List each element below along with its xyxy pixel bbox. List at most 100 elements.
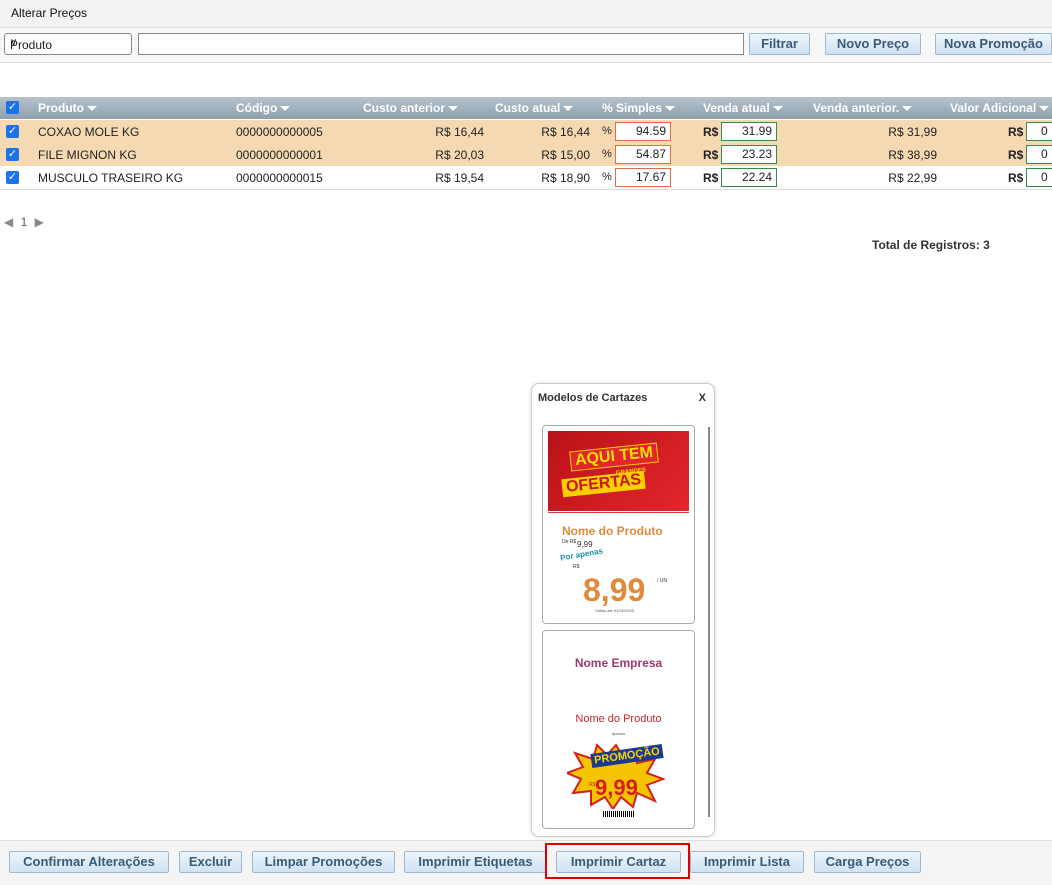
- valor-adicional-input[interactable]: 0: [1026, 145, 1052, 164]
- window-titlebar: Alterar Preços: [0, 0, 1052, 28]
- valor-adicional-input[interactable]: 0: [1026, 122, 1052, 141]
- cell-produto: MUSCULO TRASEIRO KG: [38, 171, 184, 185]
- banner-line3: OFERTAS: [561, 470, 646, 498]
- filter-button[interactable]: Filtrar: [749, 33, 810, 55]
- pct-symbol: %: [602, 125, 612, 137]
- cell-custo-anterior: R$ 19,54: [435, 171, 484, 185]
- cell-codigo: 0000000000005: [236, 125, 323, 139]
- load-prices-button[interactable]: Carga Preços: [814, 851, 921, 873]
- table-row[interactable]: ✓ FILE MIGNON KG 0000000000001 R$ 20,03 …: [0, 143, 1052, 166]
- divider: [548, 512, 689, 513]
- poster-price: 8,99: [583, 572, 646, 608]
- cell-produto: COXAO MOLE KG: [38, 125, 140, 139]
- new-promo-button[interactable]: Nova Promoção: [935, 33, 1052, 55]
- select-all-checkbox[interactable]: ✓: [6, 101, 19, 114]
- venda-atual-input[interactable]: 22.24: [721, 168, 777, 187]
- barcode-icon: [603, 811, 635, 817]
- col-header-valor-adicional[interactable]: Valor Adicional: [950, 101, 1050, 115]
- clear-promotions-button[interactable]: Limpar Promoções: [252, 851, 395, 873]
- poster-company-name: Nome Empresa: [574, 656, 663, 670]
- currency-label: R$: [1008, 171, 1024, 185]
- search-input[interactable]: [138, 33, 744, 55]
- currency-label: R$: [703, 125, 719, 139]
- poster-banner: AQUI TEM GRANDES OFERTAS: [548, 431, 689, 511]
- currency-label: R$: [703, 148, 719, 162]
- small-text: Apenas: [611, 731, 626, 736]
- col-header-produto[interactable]: Produto: [38, 101, 97, 115]
- col-header-venda-atual[interactable]: Venda atual: [703, 101, 783, 115]
- delete-button[interactable]: Excluir: [179, 851, 242, 873]
- sort-arrow-icon: [87, 106, 97, 112]
- poster-template-1[interactable]: AQUI TEM GRANDES OFERTAS Nome do Produto…: [542, 425, 695, 624]
- prev-page-icon[interactable]: ◀: [4, 215, 13, 229]
- row-checkbox[interactable]: ✓: [6, 148, 19, 161]
- selection-outline: [545, 843, 690, 879]
- cell-custo-anterior: R$ 20,03: [435, 148, 484, 162]
- venda-atual-input[interactable]: 31.99: [721, 122, 777, 141]
- total-records: Total de Registros: 3: [872, 238, 990, 252]
- poster-price: 9,99: [595, 775, 638, 800]
- sort-arrow-icon: [1039, 106, 1050, 112]
- table-header: ✓ Produto Código Custo anterior Custo at…: [0, 97, 1052, 119]
- cell-codigo: 0000000000001: [236, 148, 323, 162]
- currency-label: R$: [1008, 148, 1024, 162]
- cell-venda-anterior: R$ 38,99: [888, 148, 937, 162]
- col-header-custo-anterior[interactable]: Custo anterior: [363, 101, 459, 115]
- pct-symbol: %: [602, 171, 612, 183]
- sort-arrow-icon: [280, 106, 291, 112]
- cell-custo-atual: R$ 15,00: [541, 148, 590, 162]
- venda-atual-input[interactable]: 23.23: [721, 145, 777, 164]
- action-bar: Confirmar Alterações Excluir Limpar Prom…: [0, 840, 1052, 885]
- de-label: De R$: [562, 539, 577, 545]
- chevron-down-icon: ∨: [10, 37, 18, 48]
- cell-venda-anterior: R$ 22,99: [888, 171, 937, 185]
- col-header-custo-atual[interactable]: Custo atual: [495, 101, 574, 115]
- new-price-button[interactable]: Novo Preço: [825, 33, 921, 55]
- pct-symbol: %: [602, 148, 612, 160]
- print-labels-button[interactable]: Imprimir Etiquetas: [404, 851, 547, 873]
- row-checkbox[interactable]: ✓: [6, 125, 19, 138]
- col-header-codigo[interactable]: Código: [236, 101, 291, 115]
- col-header-pct-simples[interactable]: % Simples: [602, 101, 676, 115]
- dialog-title: Modelos de Cartazes: [538, 392, 648, 404]
- filter-field-select[interactable]: Produto ∨: [4, 33, 132, 55]
- col-header-venda-anterior[interactable]: Venda anterior.: [813, 101, 913, 115]
- sort-arrow-icon: [772, 106, 783, 112]
- filter-bar: Produto ∨ Filtrar Novo Preço Nova Promoç…: [0, 28, 1052, 63]
- sort-arrow-icon: [448, 106, 459, 112]
- poster-models-dialog: Modelos de Cartazes X AQUI TEM GRANDES O…: [531, 383, 715, 837]
- por-apenas: Por apenas: [559, 546, 604, 563]
- sort-arrow-icon: [563, 106, 574, 112]
- cell-custo-atual: R$ 18,90: [541, 171, 590, 185]
- cell-custo-anterior: R$ 16,44: [435, 125, 484, 139]
- table-row[interactable]: ✓ MUSCULO TRASEIRO KG 0000000000015 R$ 1…: [0, 166, 1052, 190]
- pct-simples-input[interactable]: 54.87: [615, 145, 671, 164]
- poster-product-name: Nome do Produto: [562, 524, 663, 538]
- page-number[interactable]: 1: [21, 215, 28, 229]
- pager: ◀ 1 ▶: [4, 215, 44, 229]
- currency-label: R$: [703, 171, 719, 185]
- sort-arrow-icon: [665, 106, 676, 112]
- cell-produto: FILE MIGNON KG: [38, 148, 137, 162]
- window-title: Alterar Preços: [11, 6, 88, 20]
- cell-codigo: 0000000000015: [236, 171, 323, 185]
- valor-adicional-input[interactable]: 0: [1026, 168, 1052, 187]
- row-checkbox[interactable]: ✓: [6, 171, 19, 184]
- price-unit: / UN: [657, 578, 667, 584]
- pct-simples-input[interactable]: 17.67: [615, 168, 671, 187]
- currency-label: R$: [1008, 125, 1024, 139]
- cell-custo-atual: R$ 16,44: [541, 125, 590, 139]
- table-row[interactable]: ✓ COXAO MOLE KG 0000000000005 R$ 16,44 R…: [0, 120, 1052, 143]
- validity-text: Válido até 01/02/2000: [595, 608, 634, 613]
- print-list-button[interactable]: Imprimir Lista: [690, 851, 804, 873]
- cell-venda-anterior: R$ 31,99: [888, 125, 937, 139]
- price-currency: R$: [573, 564, 580, 570]
- confirm-changes-button[interactable]: Confirmar Alterações: [9, 851, 169, 873]
- poster-product-name: Nome do Produto: [575, 713, 662, 725]
- pct-simples-input[interactable]: 94.59: [615, 122, 671, 141]
- scrollbar[interactable]: [708, 427, 710, 817]
- sort-arrow-icon: [902, 106, 913, 112]
- next-page-icon[interactable]: ▶: [35, 215, 44, 229]
- close-icon[interactable]: X: [699, 392, 706, 404]
- poster-template-2[interactable]: Nome Empresa Nome do Produto Apenas PROM…: [542, 630, 695, 829]
